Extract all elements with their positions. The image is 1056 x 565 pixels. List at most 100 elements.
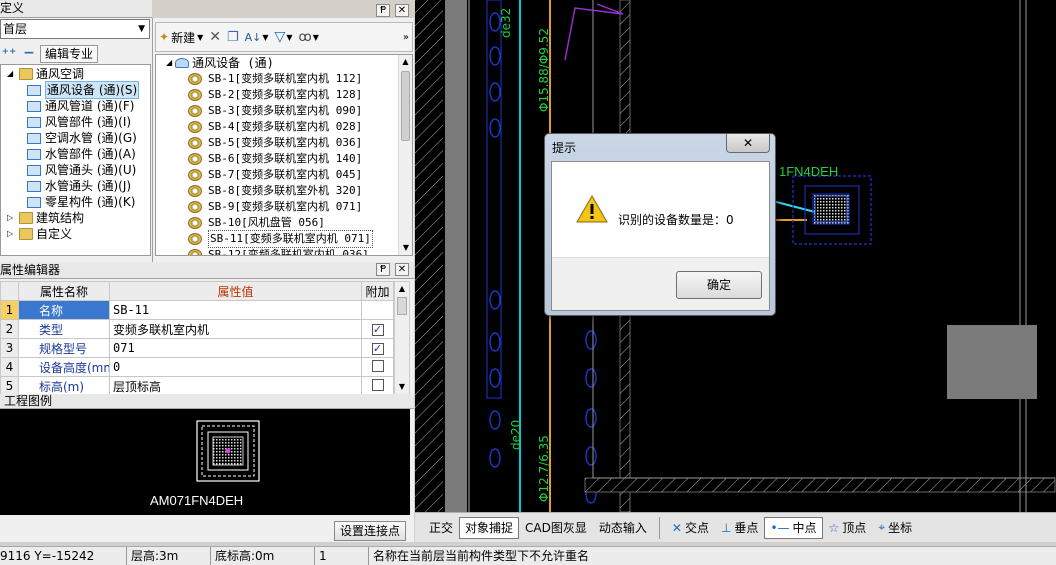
tree-root-label: 通风设备 (通) <box>192 56 274 70</box>
filter-button[interactable]: ▽ ▼ <box>272 27 296 47</box>
object-snap-toggle[interactable]: 对象捕捉 <box>459 516 520 539</box>
hatched-wall-left <box>415 0 443 512</box>
scroll-down-icon[interactable]: ▼ <box>399 241 412 255</box>
collapse-icon[interactable]: − <box>20 46 38 62</box>
edit-discipline-button[interactable]: 编辑专业 <box>40 45 99 63</box>
property-scrollbar[interactable]: ▲ ▼ <box>394 281 410 395</box>
component-item[interactable]: SB-3[变频多联机室内机 090] <box>188 103 396 119</box>
property-row[interactable]: 5 标高(m) 层顶标高 <box>0 376 394 396</box>
scroll-up-icon[interactable]: ▲ <box>399 55 412 69</box>
scroll-thumb[interactable] <box>401 71 410 141</box>
status-coords: 9116 Y=-15242 <box>0 549 95 563</box>
collapse-icon[interactable]: ◢ <box>7 66 17 82</box>
delete-button[interactable]: ✕ <box>206 27 224 47</box>
status-floor-height: 层高:3m <box>126 547 210 565</box>
pin-icon[interactable]: Ᵽ <box>376 263 390 276</box>
intersection-snap[interactable]: ✕ 交点 <box>666 517 715 539</box>
category-item[interactable]: 零星构件 (通)(K) <box>1 194 150 210</box>
close-icon[interactable]: ✕ <box>395 4 409 17</box>
tree-root[interactable]: ◢ 通风设备 (通) <box>166 55 274 71</box>
expand-icon[interactable]: ▷ <box>7 226 17 242</box>
component-item[interactable]: SB-6[变频多联机室内机 140] <box>188 151 396 167</box>
scroll-up-icon[interactable]: ▲ <box>395 282 409 296</box>
property-value[interactable]: SB-11 <box>109 300 362 320</box>
legend-titlebar: 工程图例 <box>0 394 414 409</box>
scroll-thumb[interactable] <box>397 297 407 315</box>
gear-icon <box>188 249 202 255</box>
component-type-icon <box>27 84 41 96</box>
attach-checkbox[interactable] <box>371 359 384 372</box>
component-item[interactable]: SB-5[变频多联机室内机 036] <box>188 135 396 151</box>
set-connection-point-button[interactable]: 设置连接点 <box>334 521 406 541</box>
component-item[interactable]: SB-12[变频多联机室内机 036] <box>188 247 396 255</box>
component-type-icon <box>27 100 41 112</box>
perpendicular-snap[interactable]: ⊥ 垂点 <box>715 517 764 539</box>
status-message: 名称在当前层当前构件类型下不允许重名 <box>368 547 1056 565</box>
property-name: 规格型号 <box>18 338 110 358</box>
category-item[interactable]: 风管通头 (通)(U) <box>1 162 150 178</box>
add-icon[interactable]: ⁺⁺ <box>0 46 18 62</box>
property-row[interactable]: 1 名称 SB-11 <box>0 300 394 320</box>
category-item[interactable]: 空调水管 (通)(G) <box>1 130 150 146</box>
property-row[interactable]: 4 设备高度(mm 0 <box>0 357 394 377</box>
category-item[interactable]: ◢ 通风空调 <box>1 66 150 82</box>
component-scrollbar[interactable]: ▲ ▼ <box>398 55 412 255</box>
pin-icon[interactable]: Ᵽ <box>376 4 390 17</box>
dynamic-input-toggle[interactable]: 动态输入 <box>593 517 653 539</box>
category-item[interactable]: ▷ 自定义 <box>1 226 150 242</box>
dialog-close-button[interactable]: ✕ <box>726 134 770 153</box>
property-value[interactable]: 层顶标高 <box>109 376 362 396</box>
new-icon: ✦ <box>159 30 170 44</box>
property-row[interactable]: 3 规格型号 071 ✓ <box>0 338 394 358</box>
property-value[interactable]: 变频多联机室内机 <box>109 319 362 339</box>
status-number: 1 <box>314 547 368 565</box>
component-type-icon <box>27 132 41 144</box>
component-item[interactable]: SB-10[风机盘管 056] <box>188 215 396 231</box>
attach-checkbox[interactable]: ✓ <box>371 343 384 355</box>
ortho-toggle[interactable]: 正交 <box>423 517 459 539</box>
component-item[interactable]: SB-4[变频多联机室内机 028] <box>188 119 396 135</box>
chevron-down-icon: ▼ <box>312 32 319 42</box>
gear-icon <box>188 73 202 85</box>
component-label: SB-9[变频多联机室内机 071] <box>208 200 363 213</box>
find-button[interactable]: ꝏ ▼ <box>295 27 321 47</box>
category-item[interactable]: 水管通头 (通)(J) <box>1 178 150 194</box>
component-item[interactable]: SB-8[变频多联机室外机 320] <box>188 183 396 199</box>
cad-gray-toggle[interactable]: CAD图灰显 <box>519 517 593 539</box>
category-item[interactable]: 通风设备 (通)(S) <box>1 81 150 99</box>
expand-icon[interactable]: ◢ <box>166 55 172 71</box>
coordinate-icon: ⌖ <box>878 520 886 534</box>
vertex-snap[interactable]: ☆ 顶点 <box>823 517 873 539</box>
category-item[interactable]: ▷ 建筑结构 <box>1 210 150 226</box>
component-item[interactable]: SB-2[变频多联机室内机 128] <box>188 87 396 103</box>
copy-button[interactable]: ❐ <box>224 27 242 47</box>
dialog-message-area: 识别的设备数量是：0 <box>552 162 769 257</box>
ok-button[interactable]: 确定 <box>676 271 762 299</box>
new-label: 新建 <box>171 30 196 45</box>
new-button[interactable]: ✦ 新建 ▼ <box>156 27 206 47</box>
property-value[interactable]: 071 <box>109 338 362 358</box>
property-value[interactable]: 0 <box>109 357 362 377</box>
close-icon[interactable]: ✕ <box>395 263 409 276</box>
component-item[interactable]: SB-7[变频多联机室内机 045] <box>188 167 396 183</box>
midpoint-snap[interactable]: •— 中点 <box>764 516 823 539</box>
more-button[interactable]: » <box>400 27 412 47</box>
scroll-down-icon[interactable]: ▼ <box>395 380 409 394</box>
sort-button[interactable]: A↓ ▼ <box>242 27 272 47</box>
category-item[interactable]: 风管部件 (通)(I) <box>1 114 150 130</box>
component-label: SB-5[变频多联机室内机 036] <box>208 136 363 149</box>
attach-checkbox[interactable] <box>371 378 384 391</box>
property-row[interactable]: 2 类型 变频多联机室内机 ✓ <box>0 319 394 339</box>
coordinate-snap[interactable]: ⌖ 坐标 <box>872 517 918 539</box>
gear-icon <box>188 121 202 133</box>
expand-icon[interactable]: ▷ <box>7 210 17 226</box>
chevron-down-icon: ▼ <box>286 32 293 42</box>
component-item[interactable]: SB-1[变频多联机室内机 112] <box>188 71 396 87</box>
floor-select[interactable]: 首层 ▼ <box>0 19 150 39</box>
category-item[interactable]: 通风管道 (通)(F) <box>1 98 150 114</box>
warning-icon <box>576 194 608 223</box>
component-item[interactable]: SB-9[变频多联机室内机 071] <box>188 199 396 215</box>
attach-checkbox[interactable]: ✓ <box>371 324 384 336</box>
category-item[interactable]: 水管部件 (通)(A) <box>1 146 150 162</box>
component-item[interactable]: SB-11[变频多联机室内机 071] <box>188 230 396 248</box>
